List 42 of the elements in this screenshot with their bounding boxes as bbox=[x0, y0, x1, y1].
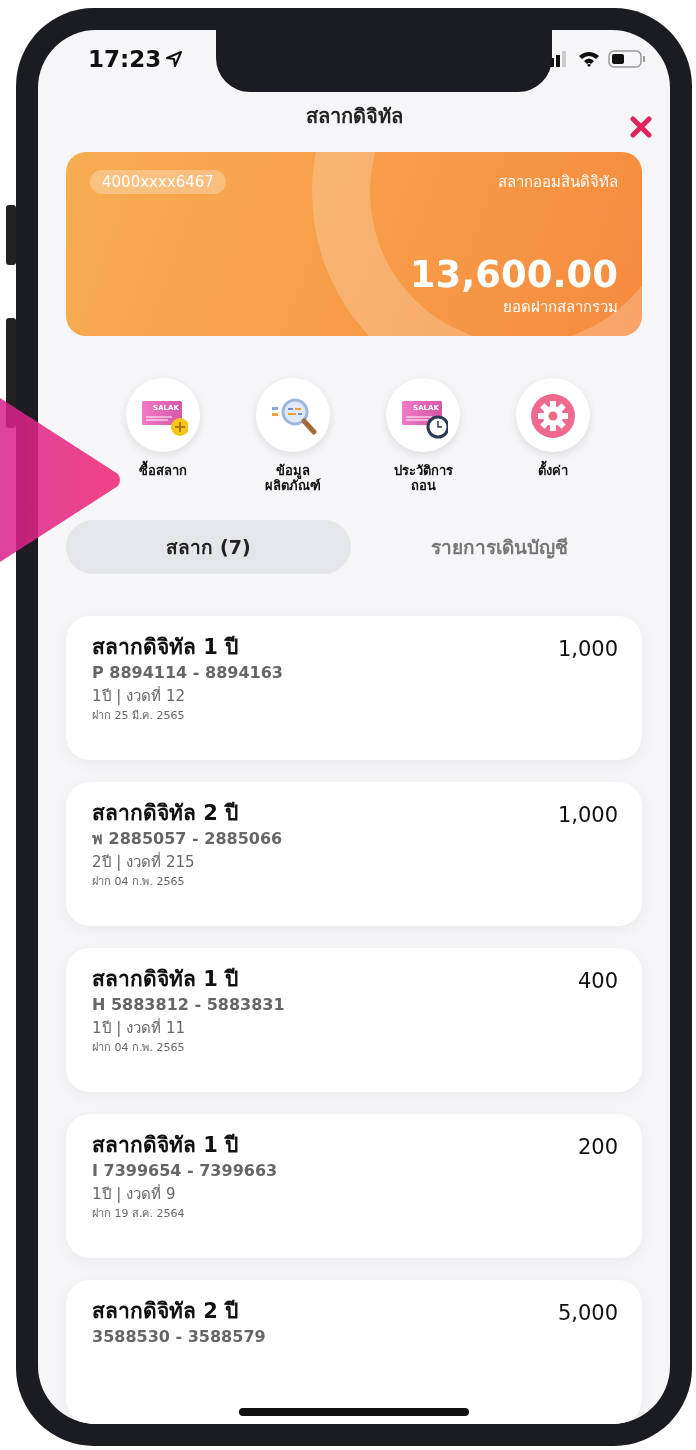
lottery-item-card[interactable]: สลากดิจิทัล 2 ปี 3588530 - 3588579 5,000 bbox=[66, 1280, 642, 1424]
serial-range: P 8894114 - 8894163 bbox=[92, 662, 283, 685]
item-amount: 400 bbox=[577, 968, 618, 995]
serial-range: H 5883812 - 5883831 bbox=[92, 994, 285, 1017]
screen-title: สลากดิจิทัล bbox=[305, 103, 403, 131]
serial-range: I 7399654 - 7399663 bbox=[92, 1160, 278, 1183]
deposit-date: ฝาก 25 มี.ค. 2565 bbox=[92, 707, 186, 724]
serial-range: 3588530 - 3588579 bbox=[92, 1326, 266, 1349]
shortcut-label: ประวัติการ ถอน bbox=[393, 464, 453, 494]
item-name: สลากดิจิทัล 1 ปี bbox=[92, 1132, 240, 1159]
term-info: 1ปี | งวดที่ 9 bbox=[92, 1183, 177, 1206]
product-name: สลากออมสินดิจิทัล bbox=[498, 171, 618, 193]
lottery-item-card[interactable]: สลากดิจิทัล 2 ปี พ 2885057 - 2885066 2ปี | งวดที่ 215 ฝาก 04 ก.พ. 2565 1,000 bbox=[66, 782, 642, 926]
battery-icon bbox=[608, 50, 646, 69]
location-arrow-icon bbox=[165, 50, 184, 69]
item-name: สลากดิจิทัล 1 ปี bbox=[92, 966, 240, 993]
term-info: 1ปี | งวดที่ 11 bbox=[92, 1017, 186, 1040]
lottery-item-card[interactable]: สลากดิจิทัล 1 ปี P 8894114 - 8894163 1ปี | งวดที่ 12 ฝาก 25 มี.ค. 2565 1,000 bbox=[66, 616, 642, 760]
balance-amount: 13,600.00 bbox=[408, 254, 618, 296]
lottery-item-card[interactable]: สลากดิจิทัล 1 ปี H 5883812 - 5883831 1ปี | งวดที่ 11 ฝาก 04 ก.พ. 2565 400 bbox=[66, 948, 642, 1092]
tab[interactable]: รายการเดินบัญชี bbox=[357, 520, 642, 574]
item-name: สลากดิจิทัล 2 ปี bbox=[92, 800, 240, 827]
deposit-date: ฝาก 04 ก.พ. 2565 bbox=[92, 873, 186, 890]
item-amount: 1,000 bbox=[557, 636, 618, 663]
serial-range: พ 2885057 - 2885066 bbox=[92, 828, 283, 851]
lottery-item-card[interactable]: สลากดิจิทัล 1 ปี I 7399654 - 7399663 1ปี | งวดที่ 9 ฝาก 19 ส.ค. 2564 200 bbox=[66, 1114, 642, 1258]
term-info: 1ปี | งวดที่ 12 bbox=[92, 685, 186, 708]
gear-icon bbox=[528, 391, 578, 440]
deposit-date: ฝาก 19 ส.ค. 2564 bbox=[92, 1205, 186, 1222]
tab[interactable]: สลาก (7) bbox=[66, 520, 351, 574]
shortcut-label: ข้อมูล ผลิตภัณฑ์ bbox=[265, 464, 321, 494]
status-time: 17:23 bbox=[88, 45, 162, 75]
wifi-icon bbox=[578, 51, 600, 68]
account-number-badge: 4000xxxx6467 bbox=[90, 169, 226, 195]
item-amount: 200 bbox=[577, 1134, 618, 1161]
term-info: 2ปี | งวดที่ 215 bbox=[92, 851, 196, 874]
item-name: สลากดิจิทัล 2 ปี bbox=[92, 1298, 240, 1325]
balance-label: ยอดฝากสลากรวม bbox=[502, 296, 618, 318]
item-amount: 1,000 bbox=[557, 802, 618, 829]
item-amount: 5,000 bbox=[557, 1300, 618, 1327]
item-name: สลากดิจิทัล 1 ปี bbox=[92, 634, 240, 661]
deposit-date: ฝาก 04 ก.พ. 2565 bbox=[92, 1039, 186, 1056]
